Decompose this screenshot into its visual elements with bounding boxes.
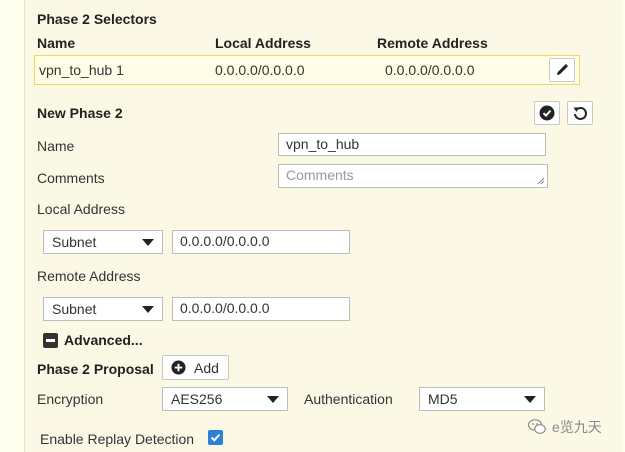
- chevron-down-icon: [142, 239, 154, 246]
- name-input[interactable]: vpn_to_hub: [278, 133, 546, 156]
- comments-label: Comments: [37, 170, 105, 186]
- name-label: Name: [37, 138, 75, 154]
- phase2-proposal-label: Phase 2 Proposal: [37, 361, 154, 377]
- comments-textarea[interactable]: Comments: [278, 164, 548, 188]
- pencil-icon: [557, 63, 569, 75]
- add-button-label: Add: [194, 359, 219, 376]
- add-proposal-button[interactable]: Add: [162, 355, 229, 380]
- encryption-value: AES256: [171, 391, 223, 407]
- undo-icon: [573, 106, 587, 120]
- wechat-icon: [528, 419, 546, 434]
- revert-button[interactable]: [567, 101, 593, 125]
- edit-selector-button[interactable]: [549, 58, 575, 82]
- minus-square-icon[interactable]: [43, 333, 58, 348]
- comments-placeholder: Comments: [286, 167, 354, 183]
- local-address-label: Local Address: [37, 201, 125, 217]
- selector-row-name: vpn_to_hub 1: [39, 62, 124, 78]
- section-title-new-phase2: New Phase 2: [37, 105, 123, 121]
- authentication-value: MD5: [428, 391, 458, 407]
- authentication-select[interactable]: MD5: [419, 387, 545, 411]
- chevron-down-icon: [524, 396, 536, 403]
- watermark: e览九天: [528, 417, 602, 437]
- encryption-label: Encryption: [37, 391, 104, 407]
- encryption-select[interactable]: AES256: [162, 387, 288, 411]
- column-header-name[interactable]: Name: [37, 35, 75, 51]
- section-title-selectors: Phase 2 Selectors: [37, 11, 157, 27]
- replay-detection-checkbox[interactable]: [208, 430, 223, 445]
- chevron-down-icon: [267, 396, 279, 403]
- local-address-input[interactable]: 0.0.0.0/0.0.0.0: [172, 230, 350, 254]
- replay-detection-label: Enable Replay Detection: [40, 431, 195, 447]
- check-icon: [210, 433, 221, 442]
- confirm-button[interactable]: [534, 101, 560, 125]
- local-address-type-select[interactable]: Subnet: [43, 230, 163, 254]
- authentication-label: Authentication: [304, 391, 393, 407]
- column-header-local-address[interactable]: Local Address: [215, 35, 311, 51]
- remote-address-input[interactable]: 0.0.0.0/0.0.0.0: [172, 297, 350, 321]
- column-header-remote-address[interactable]: Remote Address: [377, 35, 488, 51]
- remote-address-label: Remote Address: [37, 268, 141, 284]
- selector-row-remote: 0.0.0.0/0.0.0.0: [385, 62, 475, 78]
- plus-circle-icon: [171, 360, 186, 375]
- remote-address-type-value: Subnet: [52, 301, 97, 317]
- local-address-type-value: Subnet: [52, 234, 97, 250]
- advanced-toggle[interactable]: Advanced...: [64, 332, 143, 348]
- watermark-text: e览九天: [552, 419, 602, 435]
- selector-row-local: 0.0.0.0/0.0.0.0: [215, 62, 305, 78]
- resize-handle-icon[interactable]: [537, 177, 545, 185]
- chevron-down-icon: [142, 306, 154, 313]
- check-circle-icon: [539, 105, 555, 121]
- remote-address-type-select[interactable]: Subnet: [43, 297, 163, 321]
